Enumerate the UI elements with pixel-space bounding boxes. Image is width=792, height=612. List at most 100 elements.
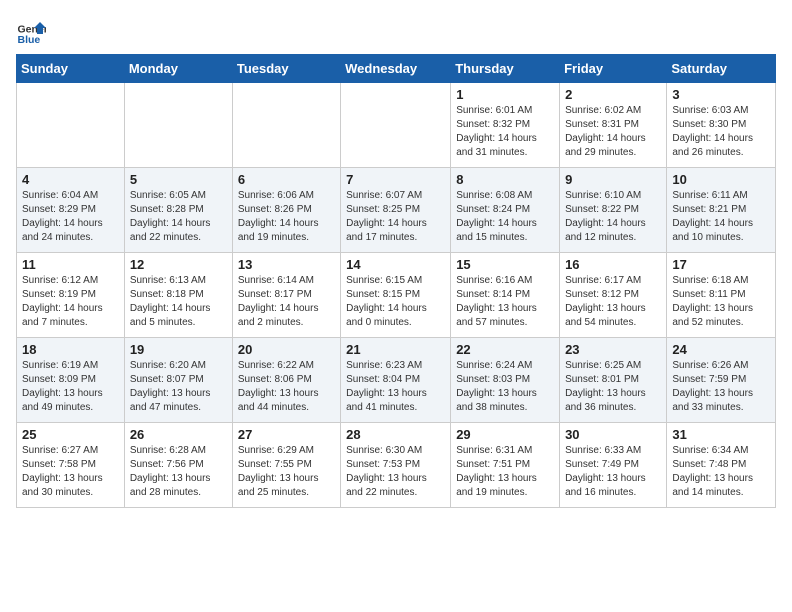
day-content: Sunrise: 6:27 AM Sunset: 7:58 PM Dayligh… bbox=[22, 444, 119, 500]
day-content: Sunrise: 6:10 AM Sunset: 8:22 PM Dayligh… bbox=[565, 189, 661, 245]
day-content: Sunrise: 6:08 AM Sunset: 8:24 PM Dayligh… bbox=[456, 189, 554, 245]
day-content: Sunrise: 6:26 AM Sunset: 7:59 PM Dayligh… bbox=[672, 359, 770, 415]
day-content: Sunrise: 6:20 AM Sunset: 8:07 PM Dayligh… bbox=[130, 359, 227, 415]
day-number: 13 bbox=[238, 257, 335, 272]
calendar-cell: 30 Sunrise: 6:33 AM Sunset: 7:49 PM Dayli… bbox=[560, 423, 667, 508]
day-content: Sunrise: 6:06 AM Sunset: 8:26 PM Dayligh… bbox=[238, 189, 335, 245]
calendar-cell: 12 Sunrise: 6:13 AM Sunset: 8:18 PM Dayli… bbox=[124, 253, 232, 338]
day-header-monday: Monday bbox=[124, 55, 232, 83]
day-content: Sunrise: 6:19 AM Sunset: 8:09 PM Dayligh… bbox=[22, 359, 119, 415]
day-number: 16 bbox=[565, 257, 661, 272]
calendar-cell: 19 Sunrise: 6:20 AM Sunset: 8:07 PM Dayli… bbox=[124, 338, 232, 423]
day-content: Sunrise: 6:16 AM Sunset: 8:14 PM Dayligh… bbox=[456, 274, 554, 330]
day-number: 4 bbox=[22, 172, 119, 187]
calendar-cell: 18 Sunrise: 6:19 AM Sunset: 8:09 PM Dayli… bbox=[17, 338, 125, 423]
calendar-cell bbox=[232, 83, 340, 168]
day-content: Sunrise: 6:25 AM Sunset: 8:01 PM Dayligh… bbox=[565, 359, 661, 415]
calendar-cell: 10 Sunrise: 6:11 AM Sunset: 8:21 PM Dayli… bbox=[667, 168, 776, 253]
day-number: 17 bbox=[672, 257, 770, 272]
day-header-thursday: Thursday bbox=[451, 55, 560, 83]
day-number: 29 bbox=[456, 427, 554, 442]
calendar-cell: 28Sunrise: 6:30 AM Sunset: 7:53 PM Dayli… bbox=[341, 423, 451, 508]
day-header-sunday: Sunday bbox=[17, 55, 125, 83]
calendar-cell: 3 Sunrise: 6:03 AM Sunset: 8:30 PM Daylig… bbox=[667, 83, 776, 168]
calendar-cell: 17 Sunrise: 6:18 AM Sunset: 8:11 PM Dayli… bbox=[667, 253, 776, 338]
calendar-cell: 20Sunrise: 6:22 AM Sunset: 8:06 PM Dayli… bbox=[232, 338, 340, 423]
calendar-cell: 6Sunrise: 6:06 AM Sunset: 8:26 PM Daylig… bbox=[232, 168, 340, 253]
calendar-cell: 25 Sunrise: 6:27 AM Sunset: 7:58 PM Dayli… bbox=[17, 423, 125, 508]
day-content: Sunrise: 6:33 AM Sunset: 7:49 PM Dayligh… bbox=[565, 444, 661, 500]
day-header-tuesday: Tuesday bbox=[232, 55, 340, 83]
calendar-table: SundayMondayTuesdayWednesdayThursdayFrid… bbox=[16, 54, 776, 508]
calendar-cell: 21 Sunrise: 6:23 AM Sunset: 8:04 PM Dayli… bbox=[341, 338, 451, 423]
day-content: Sunrise: 6:15 AM Sunset: 8:15 PM Dayligh… bbox=[346, 274, 445, 330]
day-content: Sunrise: 6:17 AM Sunset: 8:12 PM Dayligh… bbox=[565, 274, 661, 330]
calendar-cell: 9 Sunrise: 6:10 AM Sunset: 8:22 PM Daylig… bbox=[560, 168, 667, 253]
week-row-4: 18 Sunrise: 6:19 AM Sunset: 8:09 PM Dayli… bbox=[17, 338, 776, 423]
day-number: 21 bbox=[346, 342, 445, 357]
calendar-cell bbox=[17, 83, 125, 168]
svg-text:Blue: Blue bbox=[18, 34, 41, 46]
day-content: Sunrise: 6:01 AM Sunset: 8:32 PM Dayligh… bbox=[456, 104, 554, 160]
day-content: Sunrise: 6:02 AM Sunset: 8:31 PM Dayligh… bbox=[565, 104, 661, 160]
day-number: 30 bbox=[565, 427, 661, 442]
day-content: Sunrise: 6:13 AM Sunset: 8:18 PM Dayligh… bbox=[130, 274, 227, 330]
calendar-cell: 2Sunrise: 6:02 AM Sunset: 8:31 PM Daylig… bbox=[560, 83, 667, 168]
day-number: 8 bbox=[456, 172, 554, 187]
calendar-cell: 8 Sunrise: 6:08 AM Sunset: 8:24 PM Daylig… bbox=[451, 168, 560, 253]
logo-icon: General Blue bbox=[16, 16, 46, 46]
day-number: 25 bbox=[22, 427, 119, 442]
day-content: Sunrise: 6:24 AM Sunset: 8:03 PM Dayligh… bbox=[456, 359, 554, 415]
day-number: 11 bbox=[22, 257, 119, 272]
logo: General Blue bbox=[16, 16, 50, 46]
day-number: 15 bbox=[456, 257, 554, 272]
calendar-cell: 13 Sunrise: 6:14 AM Sunset: 8:17 PM Dayli… bbox=[232, 253, 340, 338]
week-row-5: 25 Sunrise: 6:27 AM Sunset: 7:58 PM Dayli… bbox=[17, 423, 776, 508]
day-header-row: SundayMondayTuesdayWednesdayThursdayFrid… bbox=[17, 55, 776, 83]
calendar-cell: 15 Sunrise: 6:16 AM Sunset: 8:14 PM Dayli… bbox=[451, 253, 560, 338]
day-content: Sunrise: 6:18 AM Sunset: 8:11 PM Dayligh… bbox=[672, 274, 770, 330]
week-row-2: 4 Sunrise: 6:04 AM Sunset: 8:29 PM Daylig… bbox=[17, 168, 776, 253]
day-number: 7 bbox=[346, 172, 445, 187]
day-number: 28 bbox=[346, 427, 445, 442]
day-content: Sunrise: 6:29 AM Sunset: 7:55 PM Dayligh… bbox=[238, 444, 335, 500]
calendar-cell: 7 Sunrise: 6:07 AM Sunset: 8:25 PM Daylig… bbox=[341, 168, 451, 253]
calendar-cell: 16 Sunrise: 6:17 AM Sunset: 8:12 PM Dayli… bbox=[560, 253, 667, 338]
day-content: Sunrise: 6:22 AM Sunset: 8:06 PM Dayligh… bbox=[238, 359, 335, 415]
day-number: 3 bbox=[672, 87, 770, 102]
day-content: Sunrise: 6:12 AM Sunset: 8:19 PM Dayligh… bbox=[22, 274, 119, 330]
calendar-cell: 24 Sunrise: 6:26 AM Sunset: 7:59 PM Dayli… bbox=[667, 338, 776, 423]
day-content: Sunrise: 6:14 AM Sunset: 8:17 PM Dayligh… bbox=[238, 274, 335, 330]
day-number: 9 bbox=[565, 172, 661, 187]
day-number: 5 bbox=[130, 172, 227, 187]
calendar-cell: 11 Sunrise: 6:12 AM Sunset: 8:19 PM Dayli… bbox=[17, 253, 125, 338]
day-number: 18 bbox=[22, 342, 119, 357]
week-row-3: 11 Sunrise: 6:12 AM Sunset: 8:19 PM Dayli… bbox=[17, 253, 776, 338]
day-number: 24 bbox=[672, 342, 770, 357]
day-content: Sunrise: 6:05 AM Sunset: 8:28 PM Dayligh… bbox=[130, 189, 227, 245]
day-number: 12 bbox=[130, 257, 227, 272]
day-number: 10 bbox=[672, 172, 770, 187]
day-content: Sunrise: 6:07 AM Sunset: 8:25 PM Dayligh… bbox=[346, 189, 445, 245]
day-content: Sunrise: 6:03 AM Sunset: 8:30 PM Dayligh… bbox=[672, 104, 770, 160]
day-number: 31 bbox=[672, 427, 770, 442]
day-header-saturday: Saturday bbox=[667, 55, 776, 83]
day-content: Sunrise: 6:23 AM Sunset: 8:04 PM Dayligh… bbox=[346, 359, 445, 415]
day-number: 23 bbox=[565, 342, 661, 357]
calendar-cell: 5 Sunrise: 6:05 AM Sunset: 8:28 PM Daylig… bbox=[124, 168, 232, 253]
day-number: 19 bbox=[130, 342, 227, 357]
calendar-cell: 22Sunrise: 6:24 AM Sunset: 8:03 PM Dayli… bbox=[451, 338, 560, 423]
calendar-cell: 26Sunrise: 6:28 AM Sunset: 7:56 PM Dayli… bbox=[124, 423, 232, 508]
calendar-cell: 1 Sunrise: 6:01 AM Sunset: 8:32 PM Daylig… bbox=[451, 83, 560, 168]
calendar-cell: 29 Sunrise: 6:31 AM Sunset: 7:51 PM Dayli… bbox=[451, 423, 560, 508]
day-number: 1 bbox=[456, 87, 554, 102]
day-content: Sunrise: 6:11 AM Sunset: 8:21 PM Dayligh… bbox=[672, 189, 770, 245]
day-content: Sunrise: 6:31 AM Sunset: 7:51 PM Dayligh… bbox=[456, 444, 554, 500]
calendar-cell: 27 Sunrise: 6:29 AM Sunset: 7:55 PM Dayli… bbox=[232, 423, 340, 508]
day-header-wednesday: Wednesday bbox=[341, 55, 451, 83]
calendar-cell: 14Sunrise: 6:15 AM Sunset: 8:15 PM Dayli… bbox=[341, 253, 451, 338]
day-content: Sunrise: 6:28 AM Sunset: 7:56 PM Dayligh… bbox=[130, 444, 227, 500]
calendar-cell: 4 Sunrise: 6:04 AM Sunset: 8:29 PM Daylig… bbox=[17, 168, 125, 253]
day-number: 27 bbox=[238, 427, 335, 442]
day-content: Sunrise: 6:04 AM Sunset: 8:29 PM Dayligh… bbox=[22, 189, 119, 245]
